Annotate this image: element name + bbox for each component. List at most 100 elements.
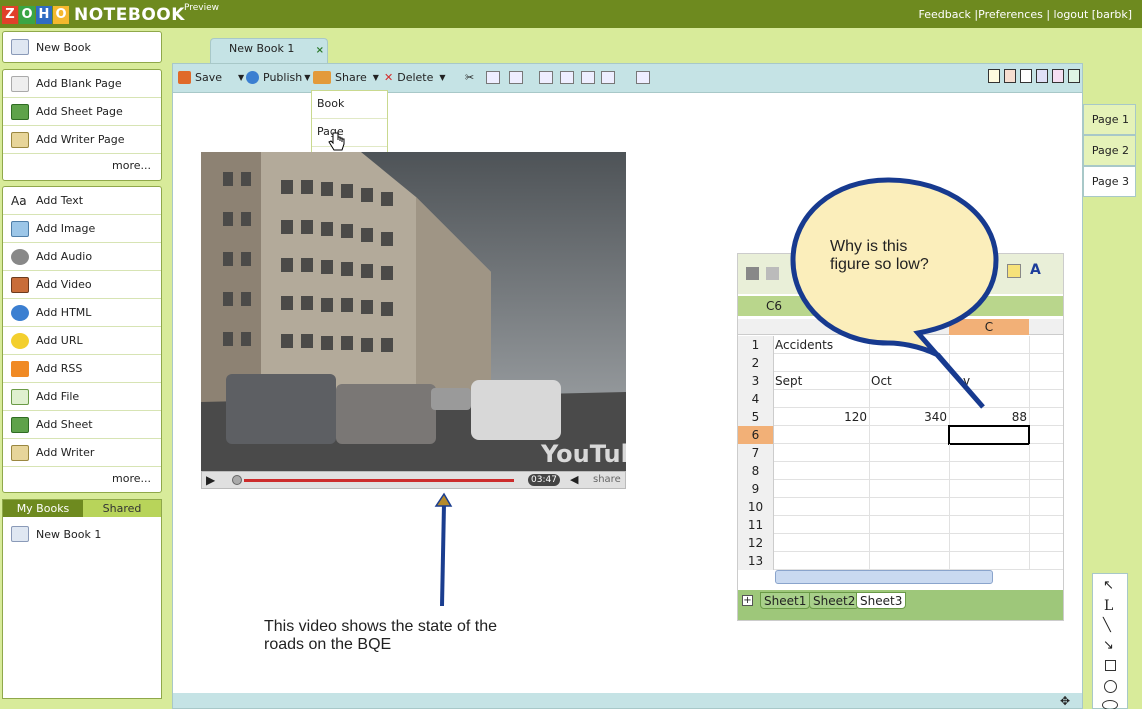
tab-my-books[interactable]: My Books [3,500,83,517]
share-button[interactable]: Share ▼ [313,71,379,84]
color-swatch[interactable] [1052,69,1064,83]
row-number[interactable]: 7 [738,444,774,462]
row-number[interactable]: 3 [738,372,774,390]
row-number[interactable]: 5 [738,408,774,426]
page-tab-2[interactable]: Page 2 [1083,135,1136,166]
properties-icon[interactable] [636,71,650,84]
font-color-icon[interactable]: A [1030,262,1041,278]
share-menu-item-page[interactable]: Page [312,119,387,147]
new-book-button[interactable]: New Book [3,32,161,62]
play-icon[interactable]: ▶ [206,473,215,487]
sheet-preview-icon[interactable] [766,267,779,280]
table-cell[interactable]: 120 [775,408,869,426]
row-number[interactable]: 6 [738,426,774,444]
row-number[interactable]: 8 [738,462,774,480]
save-button[interactable]: Save ▼ [178,71,244,84]
row-number[interactable]: 1 [738,336,774,354]
send-backward-icon[interactable] [601,71,615,84]
line-tool-icon[interactable]: ╲ [1103,618,1111,633]
color-swatch[interactable] [1004,69,1016,83]
seek-handle[interactable] [232,475,242,485]
row-number[interactable]: 11 [738,516,774,534]
row-number[interactable]: 2 [738,354,774,372]
color-swatch[interactable] [988,69,1000,83]
chevron-down-icon[interactable]: ▼ [238,73,244,82]
sidebar-item-add-blank-page[interactable]: Add Blank Page [3,70,161,98]
preferences-link[interactable]: |Preferences [974,8,1042,21]
copy-icon[interactable] [486,71,500,84]
sidebar-item-add-video[interactable]: Add Video [3,271,161,299]
video-player[interactable]: YouTube [201,152,626,472]
horizontal-scrollbar[interactable] [775,570,993,584]
more-pages-link[interactable]: more... [3,154,161,178]
table-cell[interactable]: 340 [869,408,949,426]
volume-icon[interactable]: ◀ [570,473,578,486]
share-menu-item-book[interactable]: Book [312,91,387,119]
sidebar-item-add-sheet[interactable]: Add Sheet [3,411,161,439]
sidebar-item-label: Add Blank Page [36,77,122,90]
ellipse-tool-icon[interactable] [1102,700,1118,709]
table-row: 6 [738,425,1063,445]
connector-tool-icon[interactable]: ↘ [1103,638,1114,653]
sidebar-item-add-html[interactable]: Add HTML [3,299,161,327]
zoho-notebook-logo[interactable]: Z O H O NOTEBOOK [2,4,185,26]
row-number[interactable]: 4 [738,390,774,408]
sidebar-item-add-url[interactable]: Add URL [3,327,161,355]
table-row: 10 [738,498,1063,516]
color-swatch[interactable] [1068,69,1080,83]
sidebar-item-add-audio[interactable]: Add Audio [3,243,161,271]
tab-sheet1[interactable]: Sheet1 [760,592,811,609]
video-caption[interactable]: This video shows the state of the roads … [264,618,497,654]
sidebar-item-add-rss[interactable]: Add RSS [3,355,161,383]
share-video-button[interactable]: share [593,474,621,485]
sidebar-item-add-file[interactable]: Add File [3,383,161,411]
cell-reference[interactable]: C6 [766,299,782,313]
bring-forward-icon[interactable] [581,71,595,84]
send-back-icon[interactable] [560,71,574,84]
sidebar-item-add-writer-page[interactable]: Add Writer Page [3,126,161,154]
cut-icon[interactable]: ✂ [465,71,479,84]
row-number[interactable]: 10 [738,498,774,516]
sidebar-item-add-image[interactable]: Add Image [3,215,161,243]
page-tab-3[interactable]: Page 3 [1083,166,1136,197]
tab-new-book-1[interactable]: New Book 1 × [210,38,328,63]
color-swatch[interactable] [1020,69,1032,83]
select-arrow-icon[interactable]: ↖ [1103,578,1114,593]
publish-button[interactable]: Publish ▼ [246,71,310,84]
sidebar-item-label: Add Audio [36,250,93,263]
add-sheet-button[interactable]: + [742,595,753,606]
tab-shared[interactable]: Shared [83,500,161,517]
close-icon[interactable]: × [316,45,324,56]
logout-link[interactable]: | logout [barbk] [1046,8,1132,21]
circle-tool-icon[interactable] [1104,680,1117,693]
row-number[interactable]: 12 [738,534,774,552]
table-cell[interactable]: 88 [949,408,1029,426]
sidebar-item-add-text[interactable]: Aa Add Text [3,187,161,215]
caption-line: This video shows the state of the [264,618,498,635]
book-list-item[interactable]: New Book 1 [3,520,161,548]
feedback-link[interactable]: Feedback [919,8,971,21]
selected-cell[interactable] [948,425,1030,445]
paste-icon[interactable] [509,71,523,84]
sidebar-item-label: Add Writer [36,446,95,459]
tab-sheet2[interactable]: Sheet2 [809,592,860,609]
bring-front-icon[interactable] [539,71,553,84]
speech-bubble[interactable]: Why is this figure so low? [788,175,1002,410]
fill-color-icon[interactable] [1007,264,1021,278]
delete-button[interactable]: ✕ Delete ▼ [384,71,446,84]
sidebar-item-label: Add Video [36,278,92,291]
sidebar-item-add-sheet-page[interactable]: Add Sheet Page [3,98,161,126]
page-tab-1[interactable]: Page 1 [1083,104,1136,135]
row-number[interactable]: 9 [738,480,774,498]
gridline [1029,534,1030,552]
more-content-link[interactable]: more... [3,467,161,491]
tab-sheet3[interactable]: Sheet3 [856,592,907,609]
row-number[interactable]: 13 [738,552,774,570]
color-swatch[interactable] [1036,69,1048,83]
sidebar-item-add-writer[interactable]: Add Writer [3,439,161,467]
text-tool-icon[interactable]: L [1104,598,1113,614]
progress-bar[interactable] [244,479,514,482]
rectangle-tool-icon[interactable] [1105,660,1116,671]
sheet-save-icon[interactable] [746,267,759,280]
move-icon[interactable]: ✥ [1060,694,1070,708]
